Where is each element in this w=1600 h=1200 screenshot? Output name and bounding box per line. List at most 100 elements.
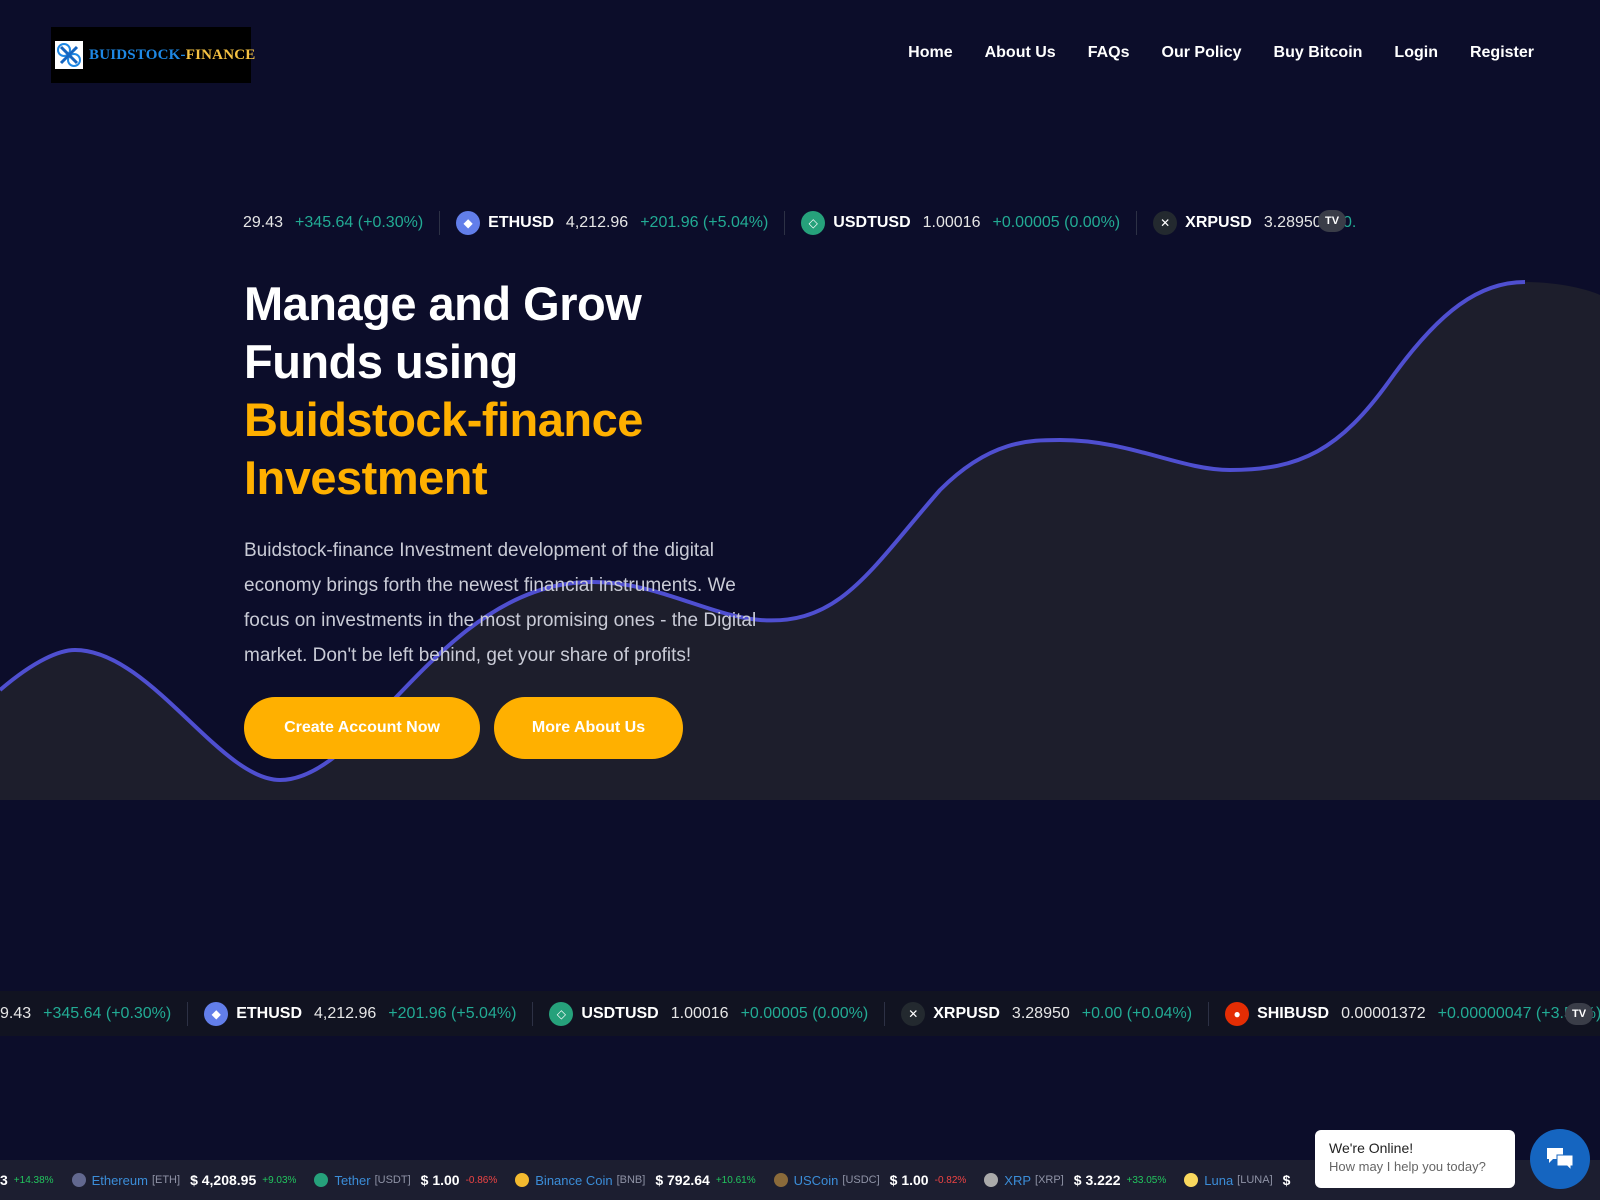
coin-symbol: [ETH] xyxy=(151,1174,181,1186)
hero-title-line4: Investment xyxy=(244,451,488,504)
ticker-bottom-item[interactable]: Binance Coin [BNB] $ 792.64 +10.61% xyxy=(515,1172,756,1188)
ticker-price: 4,212.96 xyxy=(565,214,629,231)
nav-register[interactable]: Register xyxy=(1470,44,1534,62)
more-about-us-button[interactable]: More About Us xyxy=(494,697,683,759)
coin-name: Luna xyxy=(1204,1172,1234,1188)
nav-faqs[interactable]: FAQs xyxy=(1088,44,1130,62)
nav-home[interactable]: Home xyxy=(908,44,952,62)
hero-title: Manage and Grow Funds using Buidstock-fi… xyxy=(244,275,804,507)
ticker-change: +345.64 (+0.30%) xyxy=(43,1004,172,1022)
tradingview-logo-icon[interactable]: TV xyxy=(1318,210,1346,232)
brand-name-part2: FINANCE xyxy=(185,46,256,63)
coin-symbol: [LUNA] xyxy=(1237,1174,1273,1186)
ticker-change: +345.64 (+0.30%) xyxy=(295,214,424,231)
ticker-change: +0.00005 (0.00%) xyxy=(992,214,1121,231)
ticker-mid-item[interactable]: ◆ ETHUSD 4,212.96 +201.96 (+5.04%) xyxy=(188,1001,534,1026)
coin-name: XRP xyxy=(1004,1172,1032,1188)
xrp-icon xyxy=(984,1173,999,1187)
coin-name: Tether xyxy=(334,1172,371,1188)
ticker-change: +201.96 (+5.04%) xyxy=(388,1004,517,1022)
chat-subtitle: How may I help you today? xyxy=(1329,1159,1486,1174)
coin-name: Binance Coin xyxy=(535,1172,613,1188)
ticker-change: +0.00005 (0.00%) xyxy=(740,1004,869,1022)
logo-mark-icon xyxy=(55,41,83,69)
ticker-price: 0.00001372 xyxy=(1341,1004,1426,1022)
ticker-change: +201.96 (+5.04%) xyxy=(640,214,769,231)
main-nav: Home About Us FAQs Our Policy Buy Bitcoi… xyxy=(908,44,1534,62)
binance-coin-icon xyxy=(515,1173,530,1187)
hero-title-line2: Funds using xyxy=(244,335,518,388)
ticker-top-item[interactable]: 29.43 +345.64 (+0.30%) xyxy=(243,211,441,235)
ticker-symbol: XRPUSD xyxy=(1185,214,1252,231)
ticker-change: +0.00 (+0.04%) xyxy=(1081,1004,1193,1022)
hero-actions: Create Account Now More About Us xyxy=(244,697,804,759)
hero-description: Buidstock-finance Investment development… xyxy=(244,540,757,666)
tether-icon: ◇ xyxy=(801,211,826,235)
chat-bubbles-icon xyxy=(1547,1148,1574,1172)
tether-icon xyxy=(314,1173,329,1187)
ticker-bottom-item[interactable]: Tether [USDT] $ 1.00 -0.86% xyxy=(314,1172,497,1188)
ticker-bottom-item[interactable]: 3 +14.38% xyxy=(0,1172,54,1188)
usd-coin-icon xyxy=(773,1173,788,1187)
brand-name: BUIDSTOCK-FINANCE xyxy=(89,47,256,64)
ticker-bottom-item[interactable]: XRP [XRP] $ 3.222 +33.05% xyxy=(984,1172,1166,1188)
ticker-bottom-item[interactable]: Luna [LUNA] $ xyxy=(1184,1172,1296,1188)
coin-symbol: [XRP] xyxy=(1035,1174,1064,1186)
coin-price: $ 4,208.95 xyxy=(190,1172,257,1188)
ticker-symbol: ETHUSD xyxy=(488,214,554,231)
ticker-symbol: SHIBUSD xyxy=(1257,1004,1330,1022)
coin-price: $ 1.00 xyxy=(889,1172,929,1188)
tradingview-logo-icon[interactable]: TV xyxy=(1565,1003,1593,1025)
hero-title-line3: Buidstock-finance xyxy=(244,393,643,446)
ethereum-icon: ◆ xyxy=(456,211,481,235)
coin-symbol: [BNB] xyxy=(616,1174,646,1186)
brand-logo[interactable]: BUIDSTOCK-FINANCE xyxy=(51,27,255,83)
coin-price: $ 792.64 xyxy=(655,1172,710,1188)
coin-name: USCoin xyxy=(793,1172,839,1188)
ticker-price: 1.00016 xyxy=(922,214,981,231)
coin-price: $ 3.222 xyxy=(1073,1172,1121,1188)
ticker-mid-item[interactable]: ✕ XRPUSD 3.28950 +0.00 (+0.04%) xyxy=(885,1001,1210,1026)
ticker-top-item[interactable]: ◇ USDTUSD 1.00016 +0.00005 (0.00%) xyxy=(785,211,1138,235)
ticker-price: 9.43 xyxy=(0,1004,32,1022)
tether-icon: ◇ xyxy=(549,1001,574,1026)
ticker-symbol: USDTUSD xyxy=(833,214,911,231)
shiba-icon: ● xyxy=(1225,1001,1250,1026)
coin-change: +10.61% xyxy=(715,1174,756,1186)
create-account-button[interactable]: Create Account Now xyxy=(244,697,480,759)
brand-name-part1: BUIDSTOCK- xyxy=(89,46,186,63)
ticker-mid-item[interactable]: 9.43 +345.64 (+0.30%) xyxy=(0,1001,189,1026)
ticker-mid-item[interactable]: ● SHIBUSD 0.00001372 +0.00000047 (+3.55%… xyxy=(1209,1001,1600,1026)
chat-greeting[interactable]: We're Online! How may I help you today? xyxy=(1315,1130,1515,1188)
ticker-bottom-item[interactable]: Ethereum [ETH] $ 4,208.95 +9.03% xyxy=(71,1172,297,1188)
nav-login[interactable]: Login xyxy=(1394,44,1438,62)
ticker-top: 29.43 +345.64 (+0.30%) ◆ ETHUSD 4,212.96… xyxy=(243,206,1355,240)
coin-change: +9.03% xyxy=(262,1174,297,1186)
nav-buy-bitcoin[interactable]: Buy Bitcoin xyxy=(1274,44,1363,62)
xrp-icon: ✕ xyxy=(1153,211,1178,235)
coin-change: +33.05% xyxy=(1126,1174,1167,1186)
chat-open-button[interactable] xyxy=(1530,1129,1590,1189)
nav-about-us[interactable]: About Us xyxy=(985,44,1056,62)
ticker-price: 1.00016 xyxy=(670,1004,729,1022)
hero-title-line1: Manage and Grow xyxy=(244,277,642,330)
coin-change: -0.82% xyxy=(934,1174,967,1186)
ticker-bottom-item[interactable]: USCoin [USDC] $ 1.00 -0.82% xyxy=(773,1172,967,1188)
chat-title: We're Online! xyxy=(1329,1140,1414,1156)
ticker-price: 29.43 xyxy=(243,214,284,231)
coin-change: -0.86% xyxy=(465,1174,498,1186)
ticker-symbol: ETHUSD xyxy=(236,1004,303,1022)
ticker-price: 3.28950 xyxy=(1263,214,1322,231)
ticker-price: 4,212.96 xyxy=(314,1004,377,1022)
coin-change: +14.38% xyxy=(13,1174,54,1186)
ticker-mid-item[interactable]: ◇ USDTUSD 1.00016 +0.00005 (0.00%) xyxy=(533,1001,886,1026)
luna-icon xyxy=(1184,1173,1199,1187)
hero-section: Manage and Grow Funds using Buidstock-fi… xyxy=(244,275,804,759)
ethereum-icon xyxy=(71,1173,86,1187)
coin-price: $ 1.00 xyxy=(420,1172,460,1188)
ticker-mid: 9.43 +345.64 (+0.30%) ◆ ETHUSD 4,212.96 … xyxy=(0,991,1600,1036)
nav-our-policy[interactable]: Our Policy xyxy=(1162,44,1242,62)
ticker-symbol: XRPUSD xyxy=(933,1004,1000,1022)
coin-price: 3 xyxy=(0,1172,8,1188)
ticker-top-item[interactable]: ◆ ETHUSD 4,212.96 +201.96 (+5.04%) xyxy=(440,211,786,235)
